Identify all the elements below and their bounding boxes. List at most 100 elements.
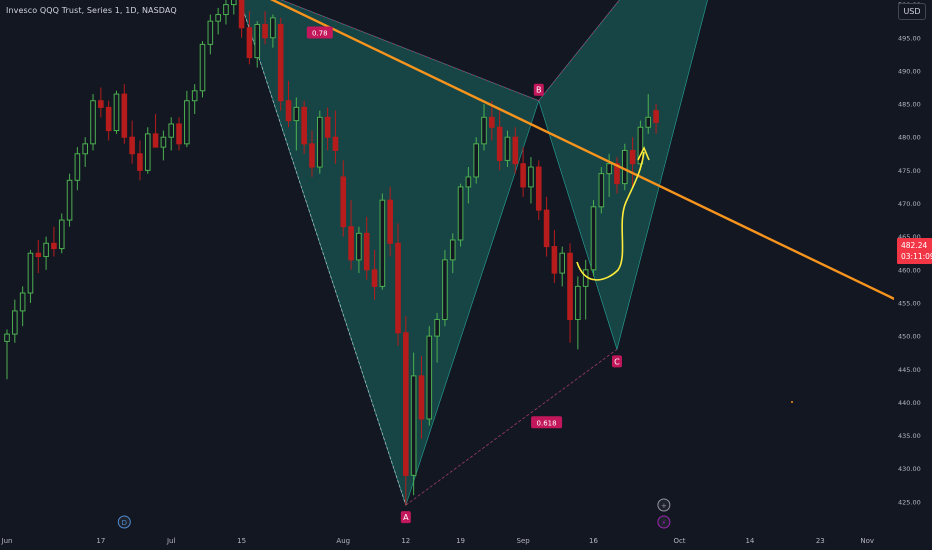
candle-body	[184, 100, 190, 145]
candle-body	[238, 0, 245, 29]
candle-body	[653, 110, 659, 123]
candle-body	[473, 143, 479, 178]
candle-body	[621, 149, 628, 185]
add-event-marker[interactable]: +	[657, 498, 671, 512]
candle	[199, 41, 206, 98]
symbol-title[interactable]: Invesco QQQ Trust, Series 1, 1D, NASDAQ	[6, 6, 177, 15]
price-chart[interactable]: 1.272 (525.30)1 (503.52) XABCD0.780.6182…	[0, 0, 932, 550]
candle-body	[168, 123, 175, 138]
candle-body	[512, 136, 519, 165]
candle-body	[230, 0, 237, 6]
candle-body	[317, 116, 323, 168]
split-event-marker[interactable]: ⚡	[657, 515, 671, 529]
ratio-label[interactable]: 0.618	[531, 416, 563, 429]
pattern-point-a[interactable]: A	[400, 511, 411, 524]
candle	[66, 173, 73, 227]
candle-body	[387, 199, 393, 244]
candle-body	[598, 173, 605, 208]
candle-body	[90, 100, 96, 145]
dividend-marker[interactable]: D	[117, 515, 131, 529]
candle-body	[254, 23, 261, 59]
candle	[426, 326, 433, 426]
candle-body	[465, 176, 472, 188]
candle-body	[449, 239, 456, 261]
candle-body	[379, 199, 386, 287]
ratio-text: 0.618	[537, 419, 557, 427]
candle-body	[27, 252, 34, 294]
candle-body	[66, 179, 73, 221]
candle-body	[410, 375, 417, 476]
candle-body	[98, 100, 104, 108]
candle-body	[191, 90, 198, 102]
price-tick-label: 460.00	[898, 266, 921, 274]
candle-body	[629, 149, 636, 165]
price-tick-label: 470.00	[898, 200, 921, 208]
candle-body	[12, 310, 18, 335]
event-text: ⚡	[661, 519, 666, 527]
candle	[590, 200, 597, 277]
time-tick-label: 12	[401, 537, 410, 545]
candle-body	[215, 14, 221, 22]
time-tick-label: 16	[589, 537, 598, 545]
candle	[621, 143, 628, 191]
pattern-point-c[interactable]: C	[611, 355, 622, 368]
candle-body	[176, 123, 182, 145]
candle-body	[129, 136, 135, 155]
candle-body	[371, 269, 378, 287]
price-tick-label: 480.00	[898, 134, 921, 142]
candle-body	[356, 232, 362, 261]
point-label: B	[536, 86, 542, 95]
price-tick-label: 430.00	[898, 465, 921, 473]
candle	[113, 90, 120, 134]
candle-body	[590, 206, 597, 271]
event-text: D	[122, 519, 127, 527]
candle-body	[426, 335, 433, 420]
point-label: C	[614, 357, 620, 366]
candle	[598, 167, 605, 214]
ratio-text: 0.78	[312, 29, 328, 37]
price-tick-label: 450.00	[898, 333, 921, 341]
candle-body	[4, 333, 10, 342]
candle	[90, 94, 96, 151]
candle-body	[105, 106, 112, 132]
candle	[457, 183, 464, 247]
pattern-point-b[interactable]: B	[533, 83, 544, 96]
candle	[144, 127, 151, 174]
time-tick-label: Oct	[673, 537, 685, 545]
orange-dot	[791, 401, 793, 403]
candle-body	[74, 153, 81, 181]
currency-button[interactable]: USD	[898, 3, 926, 20]
candle-body	[324, 116, 331, 138]
candle-body	[535, 166, 542, 211]
time-axis[interactable]	[0, 532, 932, 550]
candle	[277, 17, 284, 111]
candle-body	[457, 186, 464, 241]
candle-body	[395, 242, 401, 334]
candle-body	[270, 17, 276, 39]
candle-body	[528, 166, 534, 188]
candle-body	[51, 242, 57, 250]
last-price-tag: 482.24 03:11:09	[897, 238, 932, 264]
candle-body	[332, 136, 339, 151]
price-tick-label: 495.00	[898, 34, 921, 42]
candle	[317, 110, 323, 174]
price-tick-label: 425.00	[898, 498, 921, 506]
price-tick-label: 475.00	[898, 167, 921, 175]
candle-body	[293, 106, 300, 122]
last-price-value: 482.24	[901, 241, 928, 250]
time-tick-label: Jun	[1, 537, 13, 545]
candle	[473, 137, 479, 184]
candle-body	[645, 116, 652, 128]
candle-body	[121, 93, 128, 138]
time-tick-label: 19	[456, 537, 465, 545]
price-tick-label: 440.00	[898, 399, 921, 407]
candle-body	[496, 126, 503, 161]
candle-body	[504, 136, 511, 161]
time-tick-label: Aug	[336, 537, 350, 545]
time-tick-label: 15	[237, 537, 246, 545]
candle-body	[246, 27, 253, 59]
ratio-label[interactable]: 0.78	[306, 26, 333, 39]
time-tick-label: 23	[816, 537, 825, 545]
candle	[442, 249, 448, 327]
candle-body	[82, 143, 89, 155]
